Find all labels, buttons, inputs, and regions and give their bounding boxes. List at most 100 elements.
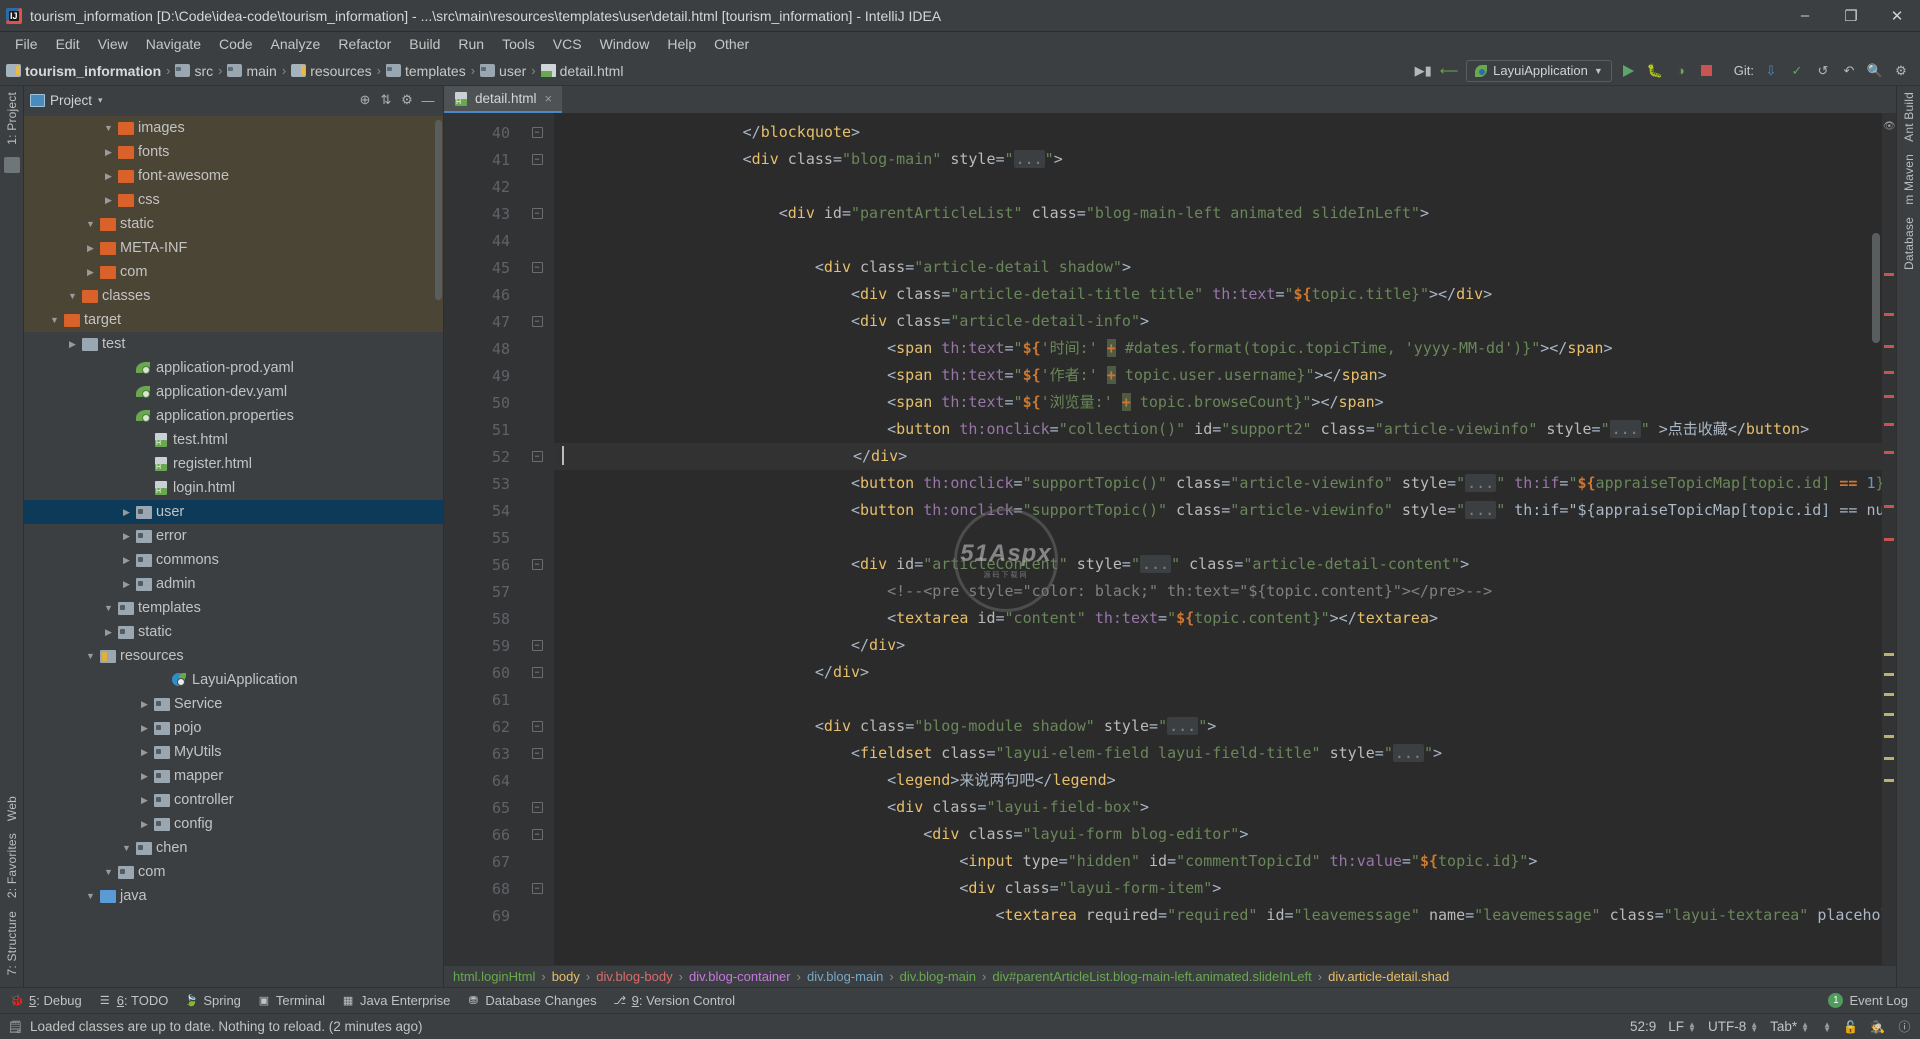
error-warning-icon[interactable]: ⓘ bbox=[1897, 1019, 1912, 1034]
fold-toggle-icon[interactable]: − bbox=[520, 740, 554, 767]
code-line[interactable]: </div> bbox=[554, 443, 1896, 470]
tree-item-layuiapplication[interactable]: LayuiApplication bbox=[24, 668, 443, 692]
error-stripe-marker[interactable] bbox=[1884, 423, 1894, 426]
chevron-right-icon[interactable]: ▶ bbox=[138, 722, 151, 735]
error-stripe-marker[interactable] bbox=[1884, 273, 1894, 276]
git-rollback-icon[interactable]: ↶ bbox=[1840, 62, 1858, 80]
tree-item-application-prod-yaml[interactable]: application-prod.yaml bbox=[24, 356, 443, 380]
fold-toggle-icon[interactable]: − bbox=[520, 200, 554, 227]
menu-item-view[interactable]: View bbox=[89, 34, 137, 54]
fold-toggle-icon[interactable]: − bbox=[520, 632, 554, 659]
chevron-down-icon[interactable]: ▼ bbox=[84, 890, 97, 903]
code-line[interactable]: <span th:text="${'时间:' + #dates.format(t… bbox=[554, 335, 1896, 362]
indent-selector[interactable]: Tab* ▲▼ bbox=[1770, 1019, 1809, 1034]
tree-item-service[interactable]: ▶Service bbox=[24, 692, 443, 716]
breadcrumb-item-detail-html[interactable]: detail.html bbox=[541, 63, 624, 79]
code-line[interactable]: <!--<pre style="color: black;" th:text="… bbox=[554, 578, 1896, 605]
error-stripe-marker[interactable] bbox=[1884, 395, 1894, 398]
code-line[interactable]: </blockquote> bbox=[554, 119, 1896, 146]
code-line[interactable]: <div class="blog-main" style="..."> bbox=[554, 146, 1896, 173]
code-line[interactable]: <div class="article-detail-info"> bbox=[554, 308, 1896, 335]
code-line[interactable]: <div class="blog-module shadow" style=".… bbox=[554, 713, 1896, 740]
tree-item-pojo[interactable]: ▶pojo bbox=[24, 716, 443, 740]
fold-toggle-icon[interactable]: − bbox=[520, 713, 554, 740]
chevron-right-icon[interactable]: ▶ bbox=[102, 146, 115, 159]
tree-item-application-dev-yaml[interactable]: application-dev.yaml bbox=[24, 380, 443, 404]
code-line[interactable]: <input type="hidden" id="commentTopicId"… bbox=[554, 848, 1896, 875]
code-line[interactable]: <div class="layui-form blog-editor"> bbox=[554, 821, 1896, 848]
error-stripe-marker[interactable] bbox=[1884, 673, 1894, 676]
stop-icon[interactable] bbox=[1698, 62, 1716, 80]
menu-item-help[interactable]: Help bbox=[658, 34, 705, 54]
code-area[interactable]: </blockquote> <div class="blog-main" sty… bbox=[554, 113, 1896, 965]
git-history-icon[interactable]: ↺ bbox=[1814, 62, 1832, 80]
tree-item-register-html[interactable]: Hregister.html bbox=[24, 452, 443, 476]
tree-item-mapper[interactable]: ▶mapper bbox=[24, 764, 443, 788]
error-stripe-marker[interactable] bbox=[1884, 345, 1894, 348]
breadcrumb-item-user[interactable]: user bbox=[480, 63, 526, 79]
chevron-updown-icon[interactable]: ▲▼ bbox=[1823, 1022, 1831, 1032]
search-icon[interactable]: 🔍 bbox=[1866, 62, 1884, 80]
code-line[interactable]: <span th:text="${'作者:' + topic.user.user… bbox=[554, 362, 1896, 389]
rail-item-database[interactable]: Database bbox=[1902, 211, 1916, 276]
tree-item-target[interactable]: ▼target bbox=[24, 308, 443, 332]
fold-toggle-icon[interactable]: − bbox=[520, 551, 554, 578]
run-coverage-icon[interactable]: ◑ bbox=[1672, 62, 1690, 80]
tool-window-button-version-control[interactable]: ⎇9: Version Control bbox=[609, 993, 747, 1008]
tree-item-myutils[interactable]: ▶MyUtils bbox=[24, 740, 443, 764]
fold-toggle-icon[interactable]: − bbox=[520, 119, 554, 146]
settings-icon[interactable]: ⚙ bbox=[1892, 62, 1910, 80]
fold-toggle-icon[interactable]: − bbox=[520, 875, 554, 902]
rail-item-maven[interactable]: m Maven bbox=[1902, 148, 1916, 211]
tree-item-classes[interactable]: ▼classes bbox=[24, 284, 443, 308]
menu-item-navigate[interactable]: Navigate bbox=[137, 34, 210, 54]
menu-item-analyze[interactable]: Analyze bbox=[262, 34, 330, 54]
tree-item-controller[interactable]: ▶controller bbox=[24, 788, 443, 812]
tool-window-button-todo[interactable]: ☰6: TODO bbox=[94, 993, 181, 1008]
tree-item-fonts[interactable]: ▶fonts bbox=[24, 140, 443, 164]
fold-toggle-icon[interactable]: − bbox=[520, 659, 554, 686]
code-line[interactable]: <div id="articleContent" style="..." cla… bbox=[554, 551, 1896, 578]
menu-item-tools[interactable]: Tools bbox=[493, 34, 544, 54]
menu-item-file[interactable]: File bbox=[6, 34, 47, 54]
tree-item-test-html[interactable]: Htest.html bbox=[24, 428, 443, 452]
close-button[interactable]: ✕ bbox=[1874, 0, 1920, 32]
code-line[interactable]: <legend>来说两句吧</legend> bbox=[554, 767, 1896, 794]
chevron-down-icon[interactable]: ▼ bbox=[84, 218, 97, 231]
chevron-right-icon[interactable]: ▶ bbox=[120, 530, 133, 543]
error-stripe-marker[interactable] bbox=[1884, 779, 1894, 782]
git-commit-icon[interactable]: ✓ bbox=[1788, 62, 1806, 80]
menu-item-build[interactable]: Build bbox=[400, 34, 449, 54]
caret-position[interactable]: 52:9 bbox=[1630, 1019, 1656, 1034]
error-stripe-marker[interactable] bbox=[1884, 693, 1894, 696]
breadcrumb-item-tourism-information[interactable]: tourism_information bbox=[6, 63, 161, 79]
rail-item-web[interactable]: Web bbox=[5, 790, 19, 827]
collapse-all-icon[interactable]: ⇅ bbox=[377, 91, 395, 109]
tree-item-resources[interactable]: ▼resources bbox=[24, 644, 443, 668]
error-stripe-marker[interactable] bbox=[1884, 505, 1894, 508]
error-stripe-marker-column[interactable]: 👁 bbox=[1882, 113, 1896, 965]
breadcrumb-item-resources[interactable]: resources bbox=[291, 63, 371, 79]
menu-item-refactor[interactable]: Refactor bbox=[329, 34, 400, 54]
breadcrumb-item-src[interactable]: src bbox=[175, 63, 213, 79]
tool-window-button-database-changes[interactable]: ⛃Database Changes bbox=[462, 993, 608, 1008]
chevron-right-icon[interactable]: ▶ bbox=[138, 818, 151, 831]
code-line[interactable]: <button th:onclick="supportTopic()" clas… bbox=[554, 470, 1896, 497]
event-log-button[interactable]: 1 Event Log bbox=[1828, 993, 1914, 1008]
element-breadcrumb-item[interactable]: div.article-detail.shad bbox=[1328, 969, 1449, 984]
tree-item-error[interactable]: ▶error bbox=[24, 524, 443, 548]
tree-item-admin[interactable]: ▶admin bbox=[24, 572, 443, 596]
tree-item-meta-inf[interactable]: ▶META-INF bbox=[24, 236, 443, 260]
code-line[interactable]: <button th:onclick="collection()" id="su… bbox=[554, 416, 1896, 443]
chevron-down-icon[interactable]: ▼ bbox=[102, 122, 115, 135]
fold-toggle-icon[interactable]: − bbox=[520, 146, 554, 173]
chevron-down-icon[interactable]: ▼ bbox=[120, 842, 133, 855]
rail-item-ant-build[interactable]: Ant Build bbox=[1902, 86, 1916, 148]
code-line[interactable]: <div id="parentArticleList" class="blog-… bbox=[554, 200, 1896, 227]
chevron-right-icon[interactable]: ▶ bbox=[102, 626, 115, 639]
chevron-down-icon[interactable]: ▼ bbox=[102, 866, 115, 879]
fold-toggle-icon[interactable]: − bbox=[520, 254, 554, 281]
code-line[interactable]: <fieldset class="layui-elem-field layui-… bbox=[554, 740, 1896, 767]
chevron-right-icon[interactable]: ▶ bbox=[84, 242, 97, 255]
code-line[interactable] bbox=[554, 686, 1896, 713]
